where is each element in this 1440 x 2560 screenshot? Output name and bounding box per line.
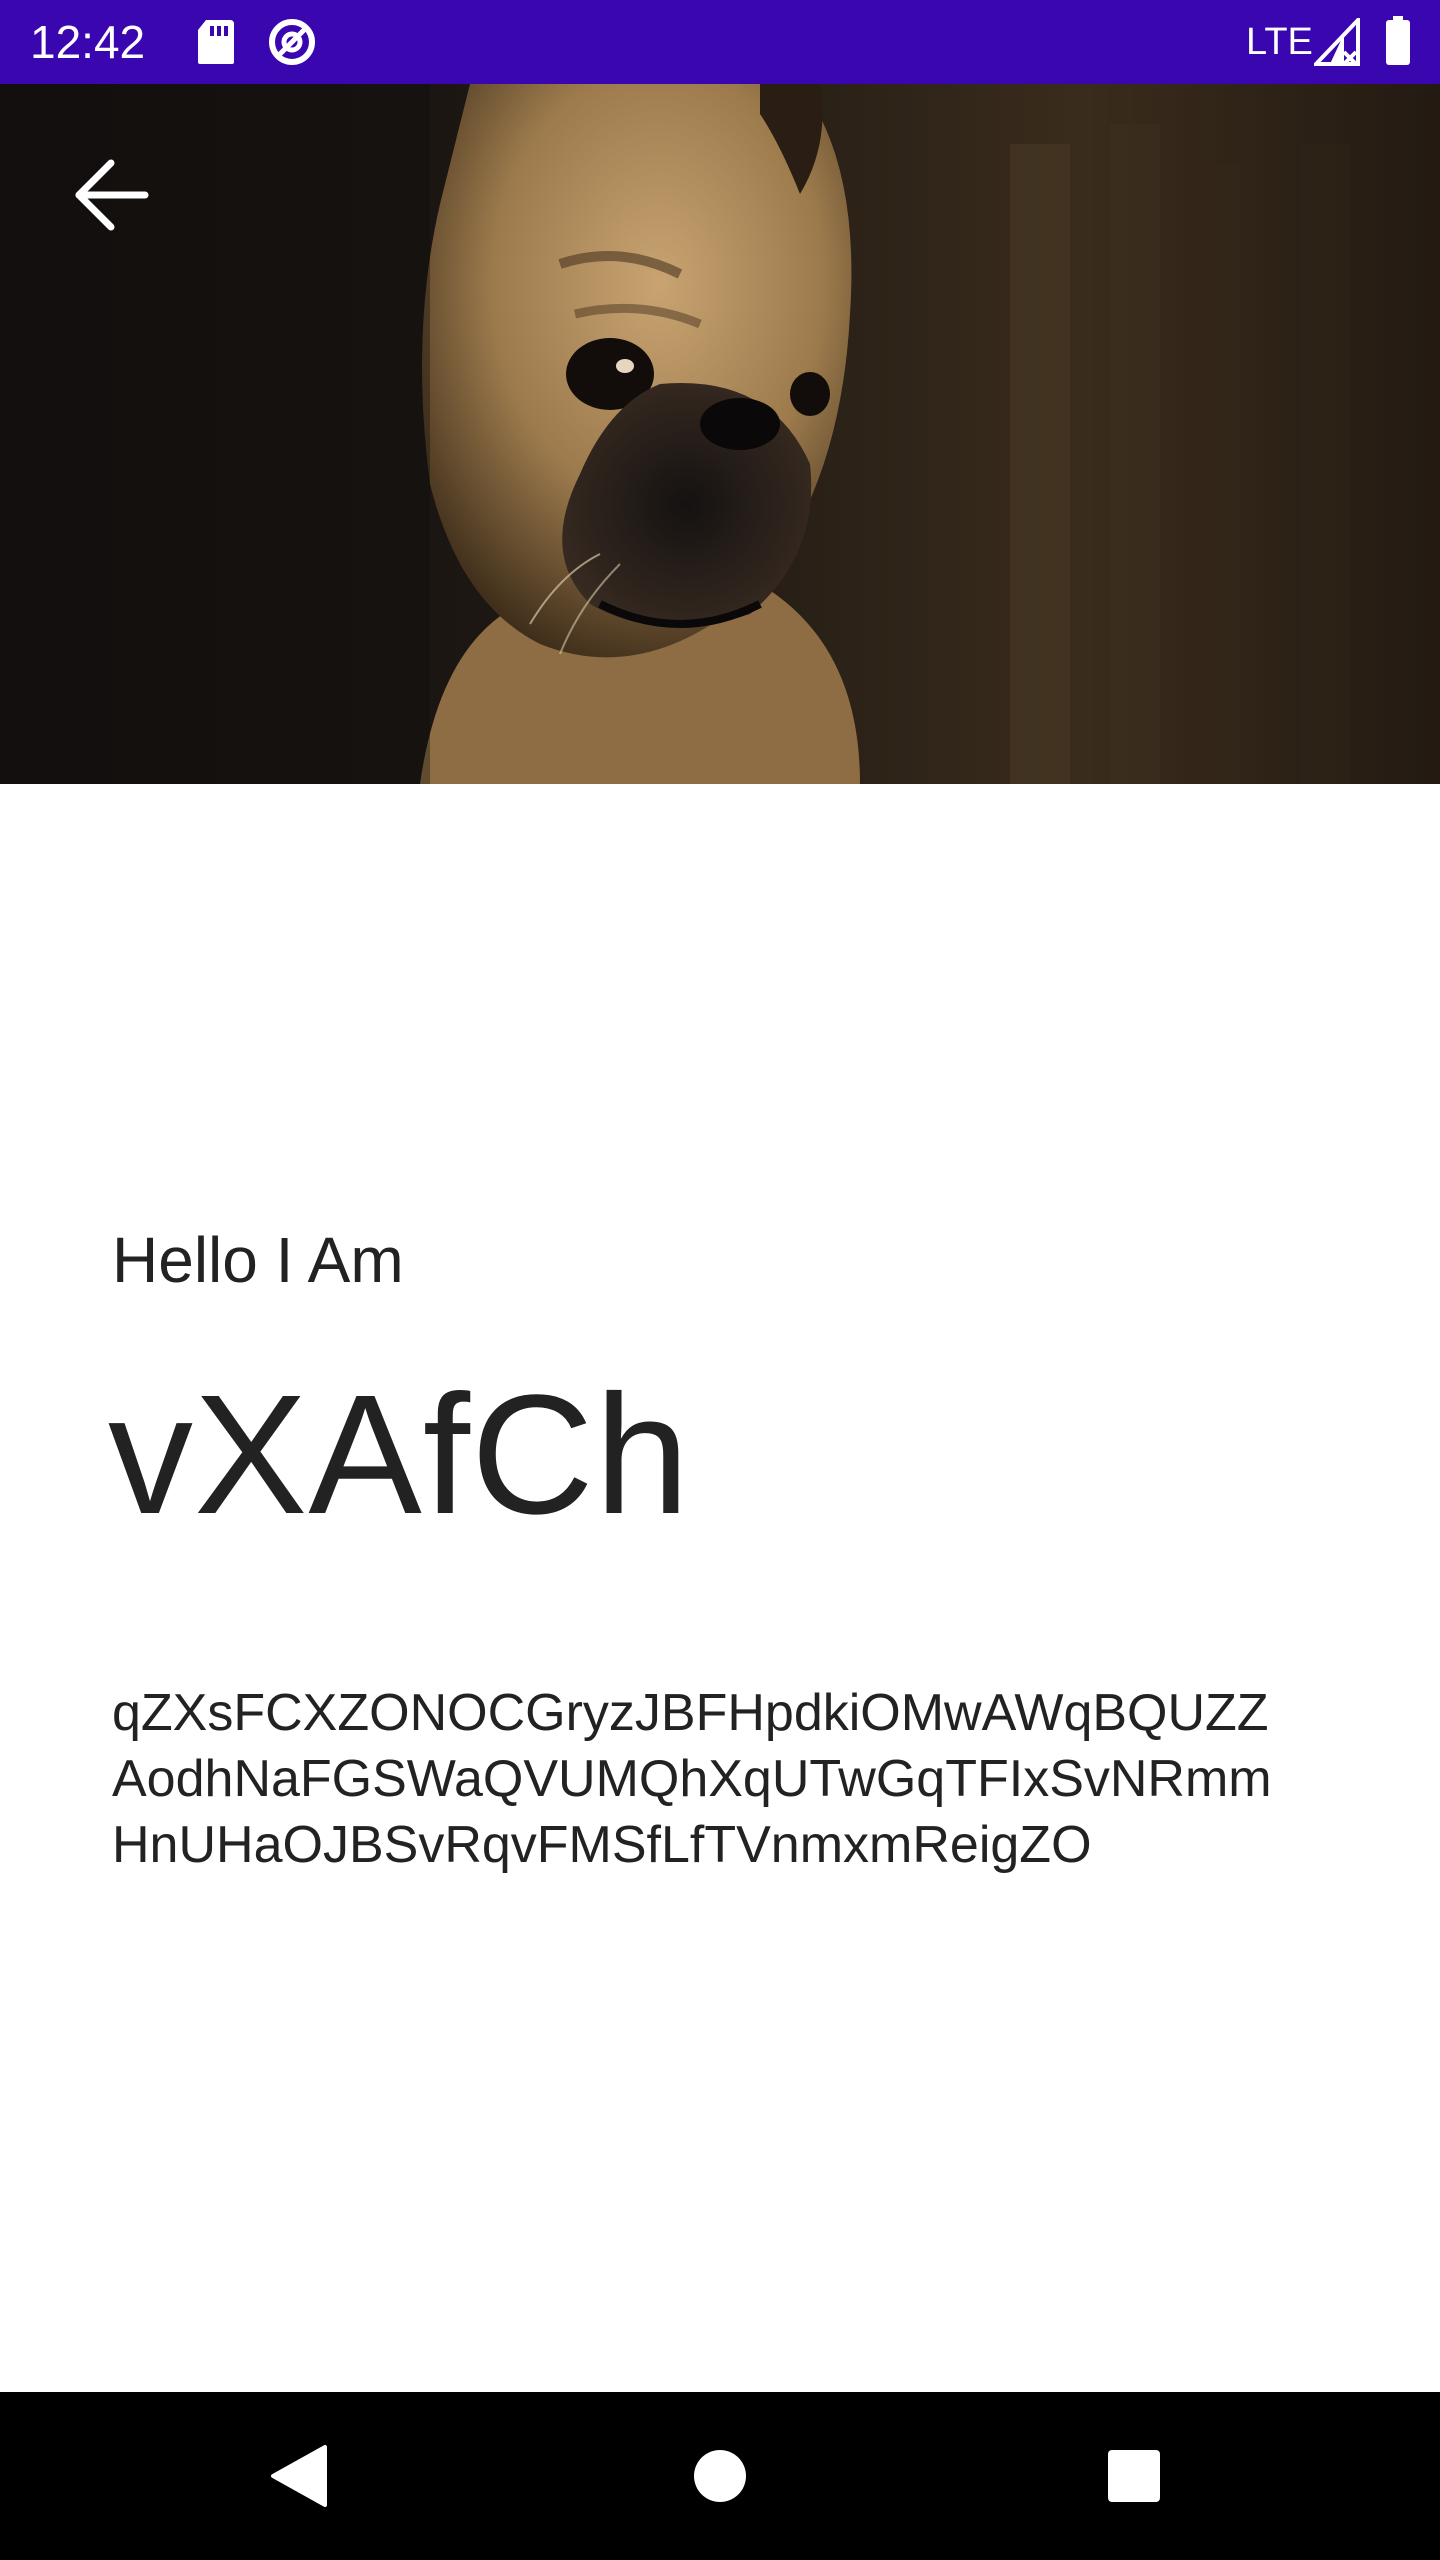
app-screen: 12:42 LTE Hello I Am vXAfCh qZXsFCXZONOC…	[0, 0, 1440, 2560]
arrow-back-icon	[75, 159, 149, 231]
nav-recents-button[interactable]	[1084, 2426, 1184, 2526]
bio-line: qZXsFCXZONOCGryzJBFHpdkiOMwAWqBQUZZ	[112, 1684, 1269, 1742]
pug-photo	[0, 84, 1440, 784]
nav-back-button[interactable]	[250, 2426, 350, 2526]
nav-home-button[interactable]	[670, 2426, 770, 2526]
network-type-label: LTE	[1246, 21, 1313, 63]
recents-nav-icon	[1108, 2450, 1160, 2502]
battery-icon	[1384, 16, 1412, 71]
greeting-text: Hello I Am	[112, 1224, 404, 1296]
data-saver-icon	[266, 16, 318, 73]
bio-line: HnUHaOJBSvRqvFMSfLfTVnmxmReigZO	[112, 1816, 1092, 1874]
bio-line: AodhNaFGSWaQVUMQhXqUTwGqTFIxSvNRmm	[112, 1750, 1272, 1808]
back-nav-icon	[271, 2445, 327, 2507]
status-bar: 12:42 LTE	[0, 0, 1440, 84]
header-image	[0, 84, 1440, 784]
profile-name: vXAfCh	[108, 1360, 691, 1550]
status-time: 12:42	[30, 16, 146, 68]
system-nav-bar	[0, 2392, 1440, 2560]
profile-bio: qZXsFCXZONOCGryzJBFHpdkiOMwAWqBQUZZ Aodh…	[112, 1680, 1352, 1878]
sd-card-icon	[196, 18, 236, 71]
signal-icon	[1311, 15, 1360, 71]
back-button[interactable]	[56, 140, 166, 250]
home-nav-icon	[694, 2450, 746, 2502]
